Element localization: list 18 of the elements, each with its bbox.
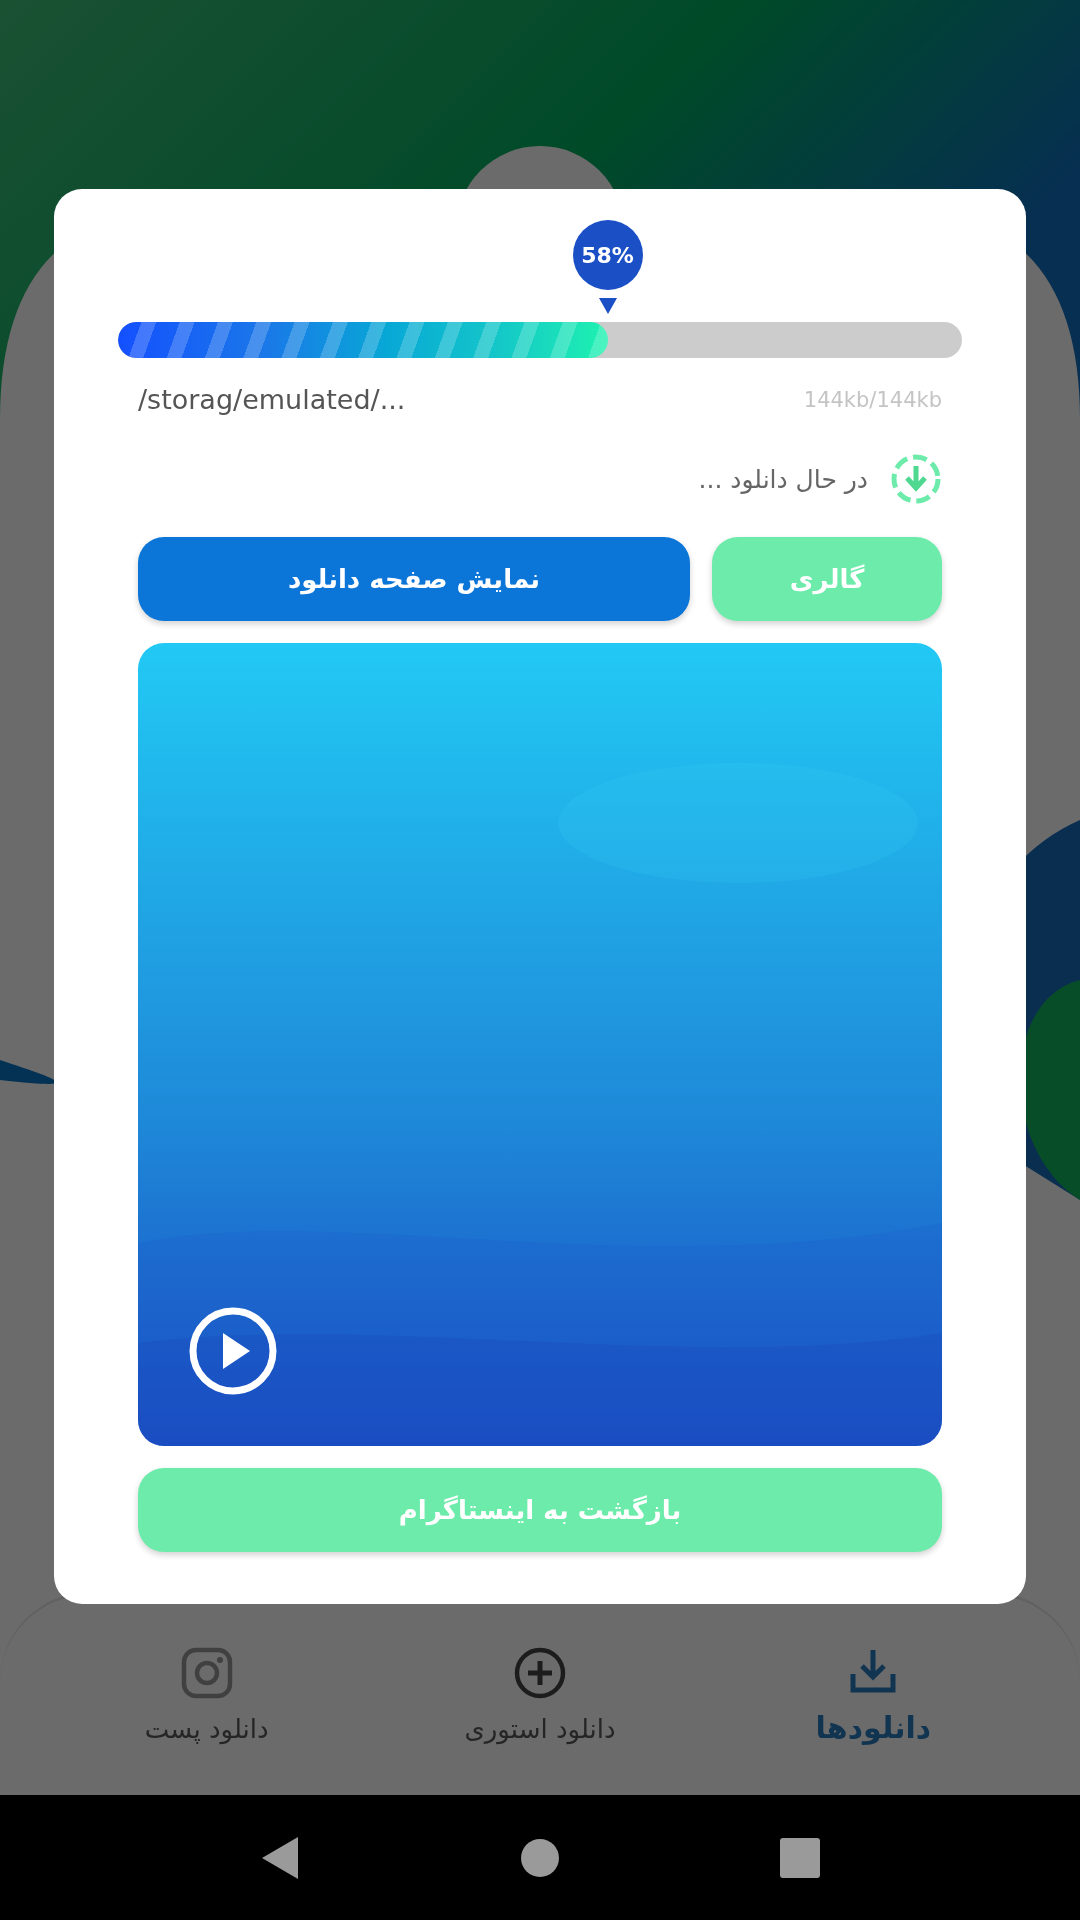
back-to-instagram-button[interactable]: بازگشت به اینستاگرام bbox=[138, 1468, 942, 1552]
nav-tab[interactable]: دانلود پست bbox=[144, 1714, 269, 1744]
file-path: /storag/emulated/... bbox=[138, 384, 406, 415]
add-circle-icon bbox=[513, 1646, 567, 1700]
pointer-icon bbox=[598, 298, 617, 314]
status-text: در حال دانلود ... bbox=[698, 464, 868, 494]
download-icon bbox=[890, 453, 942, 505]
camera-icon bbox=[179, 1646, 234, 1700]
nav-tab[interactable]: دانلودها bbox=[815, 1709, 932, 1745]
download-page-button[interactable]: نمایش صفحه دانلود bbox=[138, 537, 690, 621]
home-icon[interactable] bbox=[520, 1837, 560, 1878]
play-icon[interactable] bbox=[188, 1306, 278, 1396]
nav-tab[interactable]: دانلود استوری bbox=[464, 1714, 616, 1744]
gallery-button[interactable]: گالری bbox=[712, 537, 942, 621]
file-size: 144kb/144kb bbox=[803, 387, 942, 412]
recents-icon[interactable] bbox=[780, 1837, 820, 1878]
percent-bubble: 58% bbox=[572, 220, 643, 290]
back-icon[interactable] bbox=[260, 1834, 300, 1881]
